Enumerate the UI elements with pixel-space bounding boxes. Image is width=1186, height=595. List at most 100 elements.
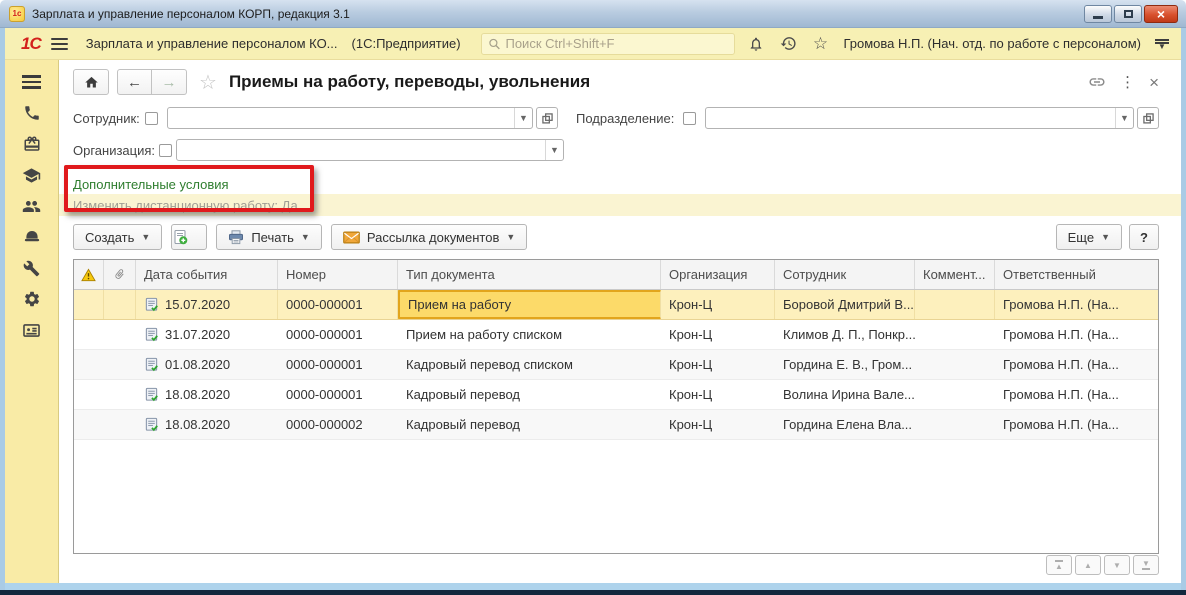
close-window-button[interactable]: × xyxy=(1144,5,1178,23)
gifts-icon[interactable] xyxy=(21,134,43,154)
type-cell: Кадровый перевод xyxy=(398,410,661,439)
organization-cell: Крон-Ц xyxy=(661,290,775,319)
column-header-comment[interactable]: Коммент... xyxy=(915,260,995,289)
attachment-column-header[interactable] xyxy=(104,260,136,289)
scroll-top-button[interactable]: ▲ xyxy=(1046,555,1072,575)
back-button[interactable]: ← xyxy=(117,69,152,95)
department-filter-checkbox[interactable] xyxy=(683,112,696,125)
attachment-cell xyxy=(104,320,136,349)
column-header-responsible[interactable]: Ответственный xyxy=(995,260,1158,289)
date-cell: 18.08.2020 xyxy=(136,380,278,409)
responsible-cell: Громова Н.П. (На... xyxy=(995,290,1158,319)
search-box[interactable] xyxy=(481,33,736,55)
dropdown-arrow-icon[interactable]: ▼ xyxy=(1115,108,1133,128)
main-menu-icon[interactable] xyxy=(51,38,68,50)
conditions-block: Дополнительные условия xyxy=(73,175,1159,193)
sections-menu-icon[interactable] xyxy=(21,72,43,92)
education-icon[interactable] xyxy=(21,165,43,185)
command-bar: Создать▼ Печать▼ Рассылка документов▼ xyxy=(73,223,1159,251)
search-icon xyxy=(488,37,501,51)
tools-icon[interactable] xyxy=(21,258,43,278)
column-header-type[interactable]: Тип документа xyxy=(398,260,661,289)
notifications-bell-icon[interactable] xyxy=(745,36,767,52)
employee-cell: Боровой Дмитрий В... xyxy=(775,290,915,319)
table-row[interactable]: 31.07.2020 0000-000001 Прием на работу с… xyxy=(74,320,1158,350)
column-header-employee[interactable]: Сотрудник xyxy=(775,260,915,289)
department-choose-button[interactable] xyxy=(1137,107,1159,129)
app-title: Зарплата и управление персоналом КО... xyxy=(86,36,338,51)
history-icon[interactable] xyxy=(777,35,799,52)
current-user[interactable]: Громова Н.П. (Нач. отд. по работе с перс… xyxy=(843,36,1141,51)
type-cell: Прием на работу списком xyxy=(398,320,661,349)
favorites-star-icon[interactable]: ☆ xyxy=(809,35,831,52)
type-cell: Прием на работу xyxy=(398,290,661,319)
column-header-number[interactable]: Номер xyxy=(278,260,398,289)
filter-row-1: Сотрудник: ▼ Подразделение: ▼ xyxy=(73,106,1159,130)
number-cell: 0000-000001 xyxy=(278,320,398,349)
scroll-bottom-button[interactable]: ▼ xyxy=(1133,555,1159,575)
settings-gear-icon[interactable] xyxy=(21,289,43,309)
department-filter-input[interactable]: ▼ xyxy=(705,107,1134,129)
table-header: Дата события Номер Тип документа Организ… xyxy=(74,260,1158,290)
contact-card-icon[interactable] xyxy=(21,320,43,340)
search-input[interactable] xyxy=(505,36,728,51)
organization-filter-checkbox[interactable] xyxy=(159,144,172,157)
number-cell: 0000-000001 xyxy=(278,380,398,409)
responsible-cell: Громова Н.П. (На... xyxy=(995,380,1158,409)
condition-value: Изменить дистанционную работу: Да xyxy=(73,198,298,213)
employees-icon[interactable] xyxy=(21,196,43,216)
dropdown-arrow-icon[interactable]: ▼ xyxy=(514,108,532,128)
phone-icon[interactable] xyxy=(21,103,43,123)
condition-value-band: Изменить дистанционную работу: Да xyxy=(59,194,1181,216)
1c-logo: 1С xyxy=(21,34,41,54)
copy-document-button[interactable] xyxy=(171,224,207,250)
home-icon xyxy=(84,75,99,90)
window-titlebar: 1с Зарплата и управление персоналом КОРП… xyxy=(0,0,1186,28)
employee-choose-button[interactable] xyxy=(536,107,558,129)
mailing-button[interactable]: Рассылка документов▼ xyxy=(331,224,527,250)
window-frame-edge xyxy=(0,590,1186,595)
table-row[interactable]: 01.08.2020 0000-000001 Кадровый перевод … xyxy=(74,350,1158,380)
column-header-date[interactable]: Дата события xyxy=(136,260,278,289)
document-posted-icon xyxy=(144,327,159,342)
create-button[interactable]: Создать▼ xyxy=(73,224,162,250)
window-frame-bottom xyxy=(5,583,1181,590)
column-header-organization[interactable]: Организация xyxy=(661,260,775,289)
main-toolbar: 1С Зарплата и управление персоналом КО..… xyxy=(5,28,1181,60)
warning-cell xyxy=(74,380,104,409)
table-row[interactable]: 18.08.2020 0000-000002 Кадровый перевод … xyxy=(74,410,1158,440)
date-cell: 15.07.2020 xyxy=(136,290,278,319)
table-row[interactable]: 15.07.2020 0000-000001 Прием на работу К… xyxy=(74,290,1158,320)
additional-conditions-link[interactable]: Дополнительные условия xyxy=(73,177,229,192)
app-icon: 1с xyxy=(9,6,25,22)
table-row[interactable]: 18.08.2020 0000-000001 Кадровый перевод … xyxy=(74,380,1158,410)
help-button[interactable]: ? xyxy=(1129,224,1159,250)
more-button[interactable]: Еще▼ xyxy=(1056,224,1122,250)
home-button[interactable] xyxy=(73,69,109,95)
service-menu-icon[interactable]: ▼ xyxy=(1155,39,1169,49)
scroll-down-button[interactable]: ▼ xyxy=(1104,555,1130,575)
warning-cell xyxy=(74,410,104,439)
maximize-button[interactable] xyxy=(1114,5,1142,23)
close-page-icon[interactable]: × xyxy=(1149,74,1159,91)
scroll-up-button[interactable]: ▲ xyxy=(1075,555,1101,575)
favorite-star-icon[interactable]: ☆ xyxy=(199,70,217,95)
date-cell: 31.07.2020 xyxy=(136,320,278,349)
more-menu-icon[interactable]: ⋮ xyxy=(1120,73,1135,91)
print-button[interactable]: Печать▼ xyxy=(216,224,322,250)
choose-icon xyxy=(542,113,553,124)
employee-filter-input[interactable]: ▼ xyxy=(167,107,533,129)
minimize-button[interactable] xyxy=(1084,5,1112,23)
organization-filter-input[interactable]: ▼ xyxy=(176,139,564,161)
employee-filter-label: Сотрудник: xyxy=(73,111,145,126)
forward-button[interactable]: → xyxy=(152,69,187,95)
safety-icon[interactable] xyxy=(21,227,43,247)
choose-icon xyxy=(1143,113,1154,124)
get-link-icon[interactable] xyxy=(1088,73,1106,91)
type-cell: Кадровый перевод списком xyxy=(398,350,661,379)
warning-column-header[interactable] xyxy=(74,260,104,289)
employee-filter-checkbox[interactable] xyxy=(145,112,158,125)
caret-down-icon: ▼ xyxy=(301,232,310,242)
warning-icon xyxy=(81,268,96,282)
dropdown-arrow-icon[interactable]: ▼ xyxy=(545,140,563,160)
